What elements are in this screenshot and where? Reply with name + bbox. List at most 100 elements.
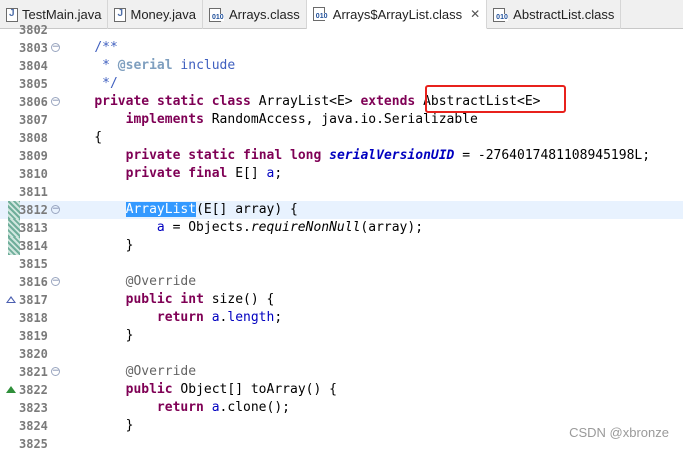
code-line[interactable]: 3807 implements RandomAccess, java.io.Se… [0,111,683,129]
code-token: return [156,310,204,325]
code-token: final [188,166,228,181]
code-token: */ [102,76,118,91]
code-line[interactable]: 3804 * @serial include [0,57,683,75]
code-token: class [211,94,251,109]
code-token: ; [274,166,283,181]
tab-label: Money.java [130,7,196,22]
code-token: a [211,400,220,415]
code-line[interactable]: 3822 public Object[] toArray() { [0,381,683,399]
code-line[interactable]: 3821− @Override [0,363,683,381]
line-number: 3802 [19,23,48,37]
close-tab-icon[interactable]: ✕ [470,7,480,21]
code-token: private [125,166,181,181]
line-number: 3817 [19,293,48,307]
code-line[interactable]: 3806− private static class ArrayList<E> … [0,93,683,111]
line-number: 3811 [19,185,48,199]
code-token: static [188,148,236,163]
tab-label: Arrays.class [229,7,300,22]
code-token: int [180,292,204,307]
code-line[interactable]: 3805 */ [0,75,683,93]
code-line[interactable]: 3817 public int size() { [0,291,683,309]
code-token: return [156,400,204,415]
code-line[interactable]: 3812− ArrayList(E[] array) { [0,201,683,219]
code-line[interactable]: 3819 } [0,327,683,345]
code-text: public Object[] toArray() { [63,381,337,399]
code-line[interactable]: 3809 private static final long serialVer… [0,147,683,165]
code-text: */ [63,75,118,93]
code-line[interactable]: 3818 return a.length; [0,309,683,327]
code-token: * [102,58,118,73]
code-token: { [63,130,103,145]
code-token: private [125,148,181,163]
code-line[interactable]: 3820 [0,345,683,363]
code-text: * @serial include [63,57,235,75]
code-text: private final E[] a; [63,165,283,183]
overrides-icon[interactable] [6,296,16,303]
code-line[interactable]: 3823 return a.clone(); [0,399,683,417]
code-line[interactable]: 3813 a = Objects.requireNonNull(array); [0,219,683,237]
code-token: extends [360,94,416,109]
code-line[interactable]: 3808 { [0,129,683,147]
code-text: } [63,417,134,435]
line-number: 3815 [19,257,48,271]
code-token: private [94,94,150,109]
code-line[interactable]: 3803− /** [0,39,683,57]
line-number: 3810 [19,167,48,181]
line-number: 3825 [19,437,48,451]
line-number: 3807 [19,113,48,127]
code-editor[interactable]: 3802 3803− /** 3804 * @serial include 3805 … [0,23,683,451]
fold-toggle-icon[interactable]: − [51,43,60,52]
fold-toggle-icon[interactable]: − [51,367,60,376]
code-line[interactable]: 3814 } [0,237,683,255]
code-token: length [227,310,275,325]
code-token: requireNonNull [250,220,361,235]
code-line[interactable]: 3811 [0,183,683,201]
tab-label: AbstractList.class [513,7,615,22]
code-line[interactable]: 3815 [0,255,683,273]
line-number: 3808 [19,131,48,145]
line-number: 3806 [19,95,48,109]
class-file-icon [493,7,509,22]
code-text: a = Objects.requireNonNull(array); [63,219,423,237]
code-text: @Override [63,273,196,291]
code-text: /** [63,39,117,57]
line-number: 3822 [19,383,48,397]
fold-toggle-icon[interactable]: − [51,97,60,106]
java-file-icon [6,7,18,22]
code-token: = Objects. [164,220,251,235]
code-token: a [211,310,220,325]
code-line[interactable]: 3816− @Override [0,273,683,291]
code-text: ArrayList(E[] array) { [63,201,298,219]
code-line[interactable]: 3802 [0,21,683,39]
code-text: return a.clone(); [63,399,290,417]
line-number: 3804 [19,59,48,73]
code-token: static [156,94,204,109]
code-token: ArrayList<E> [250,94,361,109]
class-file-icon [209,7,225,22]
code-token: } [63,238,134,253]
line-number: 3809 [19,149,48,163]
code-text: public int size() { [63,291,275,309]
fold-toggle-icon[interactable]: − [51,277,60,286]
code-line[interactable]: 3810 private final E[] a; [0,165,683,183]
code-text: implements RandomAccess, java.io.Seriali… [63,111,478,129]
code-token: Object[] toArray() { [172,382,337,397]
fold-toggle-icon[interactable]: − [51,205,60,214]
line-number: 3823 [19,401,48,415]
code-token: RandomAccess, java.io.Serializable [203,112,478,127]
implements-icon[interactable] [6,386,16,393]
